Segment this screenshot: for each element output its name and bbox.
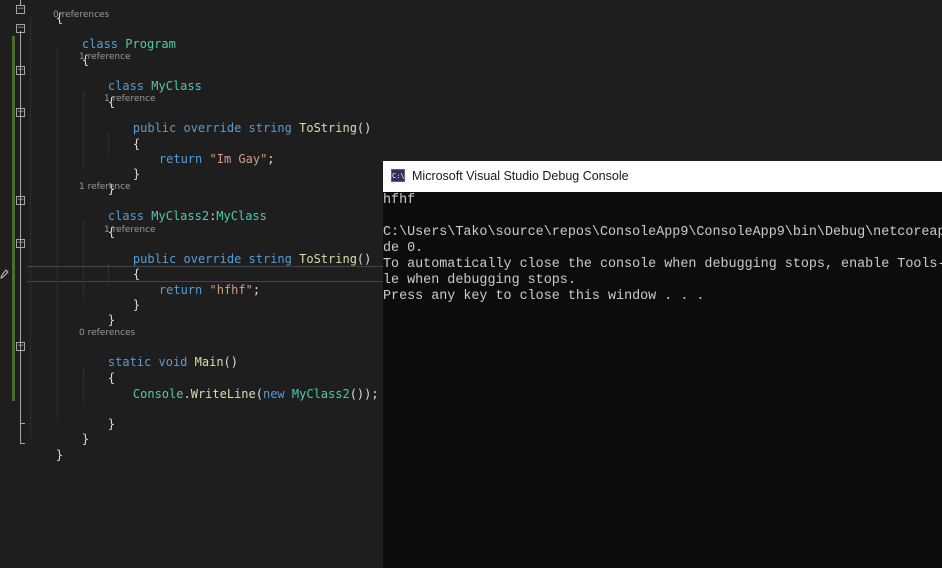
type-name-token: Console (132, 387, 184, 401)
brace-token: } (81, 432, 90, 446)
code-line-open-namespace: { (27, 0, 63, 25)
console-output[interactable]: hfhf C:\Users\Tako\source\repos\ConsoleA… (383, 192, 942, 568)
console-output-line: To automatically close the console when … (383, 257, 942, 272)
call-close-token: ()); (349, 387, 379, 401)
semicolon-token: ; (252, 283, 261, 297)
change-indicator-bar (12, 36, 15, 401)
indent-guide (57, 50, 58, 420)
class-name-token: MyClass2 (151, 209, 210, 223)
code-line-class-program: class Program (53, 20, 176, 51)
code-line-tostring-signature: public override string ToString() (104, 235, 371, 266)
collapse-toggle[interactable]: − (16, 108, 25, 117)
code-line-brace: { (79, 354, 115, 385)
class-name-token: MyClass (216, 209, 267, 223)
code-line-return-hfhf: return "hfhf"; (130, 266, 260, 297)
code-line-brace: } (27, 431, 63, 462)
debug-console-window[interactable]: C:\ Microsoft Visual Studio Debug Consol… (383, 161, 942, 568)
string-literal-token: "hfhf" (209, 283, 253, 297)
console-output-line: de 0. (383, 241, 424, 256)
keyword-token: new (262, 387, 285, 401)
console-window-title: Microsoft Visual Studio Debug Console (412, 169, 629, 183)
keyword-token: return (158, 152, 203, 166)
fold-guide-line (20, 31, 21, 443)
code-line-brace: { (79, 208, 115, 239)
semicolon-token: ; (267, 152, 275, 166)
code-line-brace: { (104, 120, 140, 151)
method-name-token: Main (194, 355, 224, 369)
console-output-line: le when debugging stops. (383, 273, 576, 288)
fold-end-mark (20, 423, 25, 424)
console-output-line: hfhf (383, 193, 416, 208)
indent-guide (30, 18, 31, 438)
collapse-toggle[interactable]: − (16, 239, 25, 248)
code-line-tostring-signature: public override string ToString() (104, 104, 371, 135)
method-name-token: ToString (299, 121, 357, 135)
code-line-main-signature: static void Main() (79, 338, 238, 369)
collapse-toggle[interactable]: − (16, 66, 25, 75)
collapse-toggle[interactable]: − (16, 24, 25, 33)
collapse-toggle[interactable]: − (16, 5, 25, 14)
code-line-return-im-gay: return "Im Gay"; (130, 135, 275, 166)
dot-token: . (183, 387, 191, 401)
console-titlebar[interactable]: C:\ Microsoft Visual Studio Debug Consol… (383, 161, 942, 192)
code-line-brace: } (53, 415, 89, 446)
brace-token: } (107, 313, 116, 327)
fold-end-mark (20, 443, 25, 444)
console-app-icon: C:\ (391, 169, 405, 182)
brace-token: } (55, 448, 64, 462)
collapse-toggle[interactable]: − (16, 342, 25, 351)
code-line-brace: } (104, 281, 140, 312)
keyword-token: string (248, 121, 292, 135)
parens-token: () (223, 355, 238, 369)
parens-token: () (356, 121, 372, 135)
keyword-token: void (158, 355, 188, 369)
console-output-line: Press any key to close this window . . . (383, 289, 705, 304)
console-output-line: C:\Users\Tako\source\repos\ConsoleApp9\C… (383, 225, 942, 240)
class-name-token: MyClass2 (291, 387, 350, 401)
code-line-brace: } (79, 296, 115, 327)
collapse-toggle[interactable]: − (16, 196, 25, 205)
brace-token: } (132, 167, 141, 181)
code-line-brace: } (104, 150, 140, 181)
code-line-brace: { (104, 250, 140, 281)
edit-pencil-icon[interactable] (0, 268, 9, 282)
code-line-writeline: Console.WriteLine(new MyClass2()); (104, 370, 379, 401)
code-line-brace: } (79, 165, 115, 196)
code-line-brace: { (53, 36, 89, 67)
method-name-token: ToString (299, 252, 357, 266)
parens-token: () (356, 252, 372, 266)
code-line-brace: } (79, 400, 115, 431)
brace-token: } (132, 298, 141, 312)
code-line-class-myclass2: class MyClass2:MyClass (79, 192, 267, 223)
code-line-class-myclass: class MyClass (79, 62, 202, 93)
keyword-token: return (158, 283, 203, 297)
keyword-token: override (183, 121, 242, 135)
class-name-token: MyClass (151, 79, 202, 93)
keyword-token: override (183, 252, 242, 266)
class-name-token: Program (125, 37, 176, 51)
keyword-token: string (248, 252, 292, 266)
string-literal-token: "Im Gay" (209, 152, 268, 166)
method-name-token: WriteLine (190, 387, 256, 401)
code-line-brace: { (79, 78, 115, 109)
brace-token: } (107, 417, 116, 431)
paren-token: ( (255, 387, 263, 401)
